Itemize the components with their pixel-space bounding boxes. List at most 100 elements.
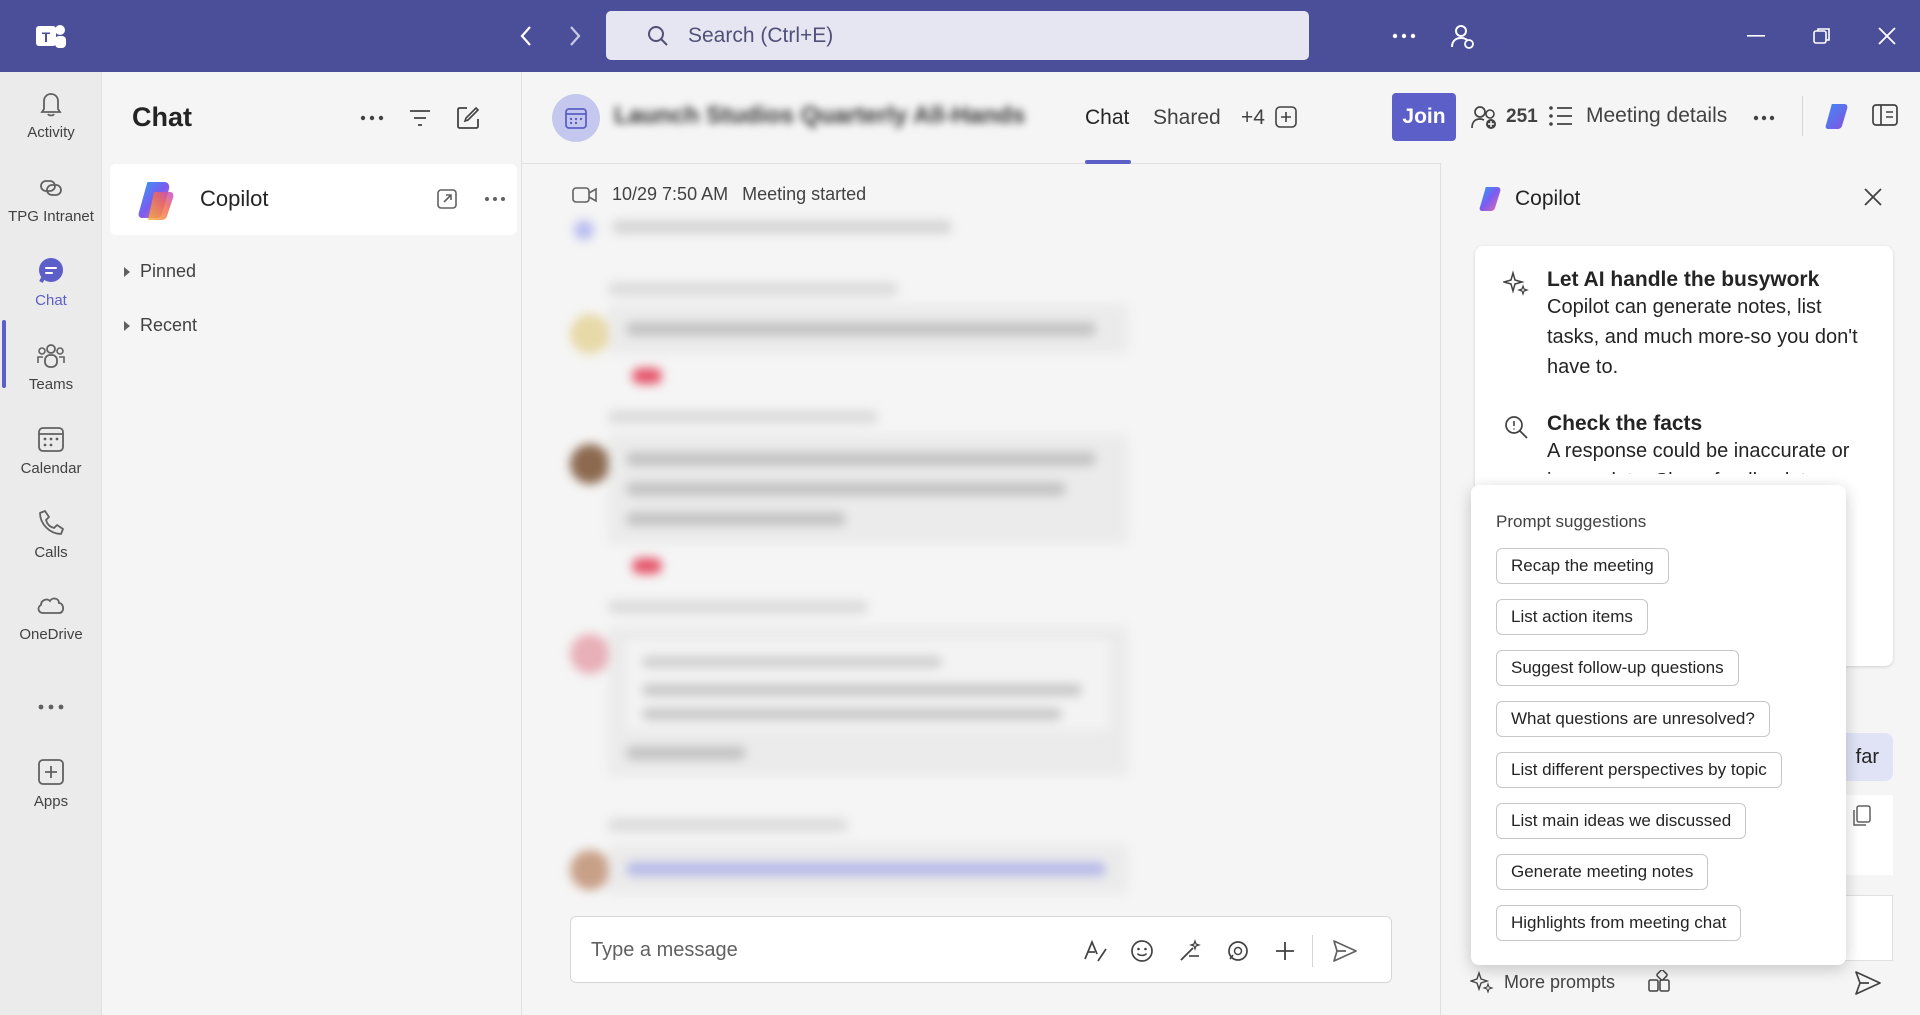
close-window-icon[interactable] [1873,22,1901,50]
list-icon [1549,106,1572,126]
rail-label: Calls [34,544,68,561]
blurred-line [608,818,848,832]
prompt-chip[interactable]: List action items [1496,599,1648,635]
restore-icon[interactable] [1808,22,1836,50]
send-icon[interactable] [1854,970,1882,1001]
add-app-icon [34,755,68,789]
pop-out-icon[interactable] [434,186,460,212]
profile-icon[interactable] [1448,22,1476,50]
add-icon[interactable] [1271,937,1299,965]
chat-item-copilot[interactable]: Copilot [110,164,517,235]
message-composer[interactable]: Type a message [570,916,1392,983]
chat-icon [34,254,68,288]
more-options-icon[interactable] [358,104,386,132]
filter-icon[interactable] [406,104,434,132]
section-label: Pinned [140,261,197,281]
feature-busywork: Let AI handle the busywork Copilot can g… [1503,268,1863,382]
blurred-line [642,708,1062,720]
join-button[interactable]: Join [1392,93,1456,141]
copy-icon[interactable] [1853,805,1871,827]
minimize-icon[interactable] [1742,22,1770,50]
avatar [570,444,610,484]
sparkle-icon [1470,970,1494,994]
more-options-icon[interactable] [1390,22,1418,50]
avatar [574,220,594,240]
blurred-line [642,656,942,668]
send-icon[interactable] [1331,937,1359,965]
meeting-details-label: Meeting details [1586,104,1728,127]
tab-more[interactable]: +4 [1241,106,1265,130]
tab-chat[interactable]: Chat [1085,106,1129,130]
new-chat-icon[interactable] [454,104,482,132]
rail-item-tpg-intranet[interactable]: TPG Intranet [0,170,102,248]
prompt-chip[interactable]: Highlights from meeting chat [1496,905,1742,941]
tab-shared[interactable]: Shared [1153,106,1221,130]
feature-text: A response could be inaccurate or incomp… [1547,440,1850,474]
reaction [632,558,662,574]
side-panel-icon[interactable] [1872,104,1898,126]
calendar-icon [34,422,68,456]
add-tab-icon[interactable] [1274,105,1298,135]
more-prompts-button[interactable]: More prompts [1470,970,1671,994]
format-icon[interactable] [1081,937,1109,965]
copilot-pane-title: Copilot [1515,187,1581,210]
caret-right-icon [124,320,130,331]
rail-item-calendar[interactable]: Calendar [0,422,102,500]
loop-icon[interactable] [1224,937,1252,965]
blurred-line [608,600,868,614]
forward-arrow-icon[interactable] [561,22,589,50]
copilot-toggle-icon[interactable] [1822,101,1852,131]
meeting-started-event: 10/29 7:50 AM Meeting started [572,184,866,205]
prompt-chip[interactable]: What questions are unresolved? [1496,701,1770,737]
event-time: 10/29 7:50 AM [612,184,729,204]
meeting-header: Launch Studios Quarterly All-Hands Chat … [522,72,1440,164]
rail-label: OneDrive [19,626,83,643]
rail-item-teams[interactable]: Teams [0,338,102,416]
phone-icon [34,506,68,540]
more-options-icon[interactable] [1753,115,1775,121]
svg-text:T: T [42,29,51,45]
rail-more-apps[interactable] [0,690,102,730]
participants-button[interactable]: 251 [1470,104,1538,130]
blurred-line [626,482,1066,496]
teams-logo-icon[interactable]: T [34,20,68,52]
prompt-chip[interactable]: Generate meeting notes [1496,854,1709,890]
feature-heading: Check the facts [1547,412,1703,435]
close-icon[interactable] [1859,183,1887,211]
rail-label: Apps [33,793,69,810]
rail-item-apps[interactable]: Apps [0,755,102,833]
prompt-chip[interactable]: Suggest follow-up questions [1496,650,1739,686]
avatar [570,850,610,890]
copilot-chat-name: Copilot [200,186,269,211]
copilot-bottom-bar: More prompts [1470,964,1910,1004]
chat-list-pane: Chat Copilot Pinned Recent [102,72,522,1015]
rail-item-calls[interactable]: Calls [0,506,102,584]
section-label: Recent [140,315,198,335]
section-pinned[interactable]: Pinned [124,261,196,282]
rail-item-chat[interactable]: Chat [0,254,102,332]
chat-list-title: Chat [132,102,192,132]
prompt-chip[interactable]: List main ideas we discussed [1496,803,1747,839]
video-icon [572,186,597,203]
emoji-icon[interactable] [1128,937,1156,965]
divider [1802,96,1803,136]
prompt-chip[interactable]: Recap the meeting [1496,548,1669,584]
prompt-gallery-icon[interactable] [1647,970,1671,994]
more-options-icon[interactable] [482,186,508,212]
blurred-line [642,684,1082,696]
search-placeholder: Search (Ctrl+E) [688,23,834,47]
prompt-chip[interactable]: List different perspectives by topic [1496,752,1782,788]
feature-check-facts: Check the facts A response could be inac… [1503,412,1863,474]
section-recent[interactable]: Recent [124,315,197,336]
search-icon [648,25,668,46]
feature-text: Copilot can generate notes, list tasks, … [1547,296,1858,378]
back-arrow-icon[interactable] [512,22,540,50]
copilot-compose-icon[interactable] [1176,937,1204,965]
rail-item-activity[interactable]: Activity [0,86,102,164]
rail-label: Calendar [20,460,82,477]
prompt-suggestions-popup: Prompt suggestions Recap the meeting Lis… [1471,485,1846,965]
composer-placeholder: Type a message [591,939,738,961]
rail-item-onedrive[interactable]: OneDrive [0,588,102,666]
search-input[interactable]: Search (Ctrl+E) [606,11,1309,60]
meeting-details-button[interactable]: Meeting details [1548,104,1727,128]
